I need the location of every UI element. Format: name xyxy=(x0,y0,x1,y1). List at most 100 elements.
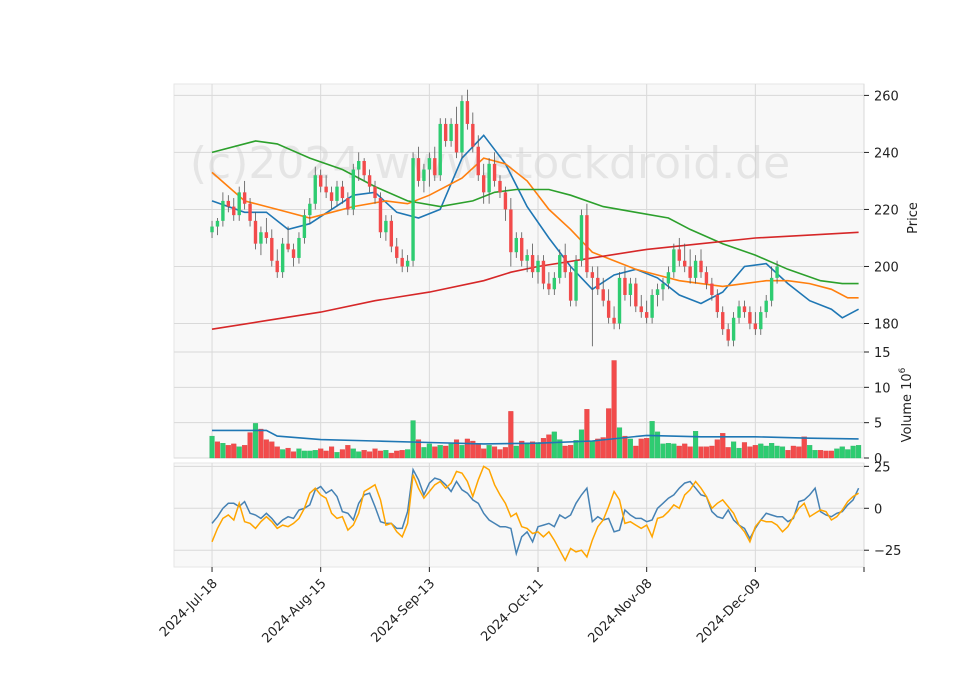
volume-bar xyxy=(725,447,731,459)
volume-bar xyxy=(345,445,351,459)
volume-bar xyxy=(606,408,612,459)
candle-body xyxy=(634,283,638,307)
candle-body xyxy=(237,192,241,216)
volume-bar xyxy=(769,443,775,459)
candle-body xyxy=(655,289,660,295)
volume-bar xyxy=(535,442,541,459)
volume-bar xyxy=(492,446,498,459)
candle-body xyxy=(422,169,426,181)
candle-body xyxy=(253,220,258,244)
volume-bar xyxy=(682,443,688,459)
volume-bar xyxy=(568,445,574,459)
candle-body xyxy=(606,300,611,318)
volume-axis-label: Volume 10 xyxy=(900,373,915,442)
candle-body xyxy=(677,249,681,261)
candle-body xyxy=(742,306,747,313)
candle-body xyxy=(753,323,758,330)
candle-body xyxy=(731,317,736,341)
candle-body xyxy=(536,260,540,273)
volume-bar xyxy=(443,445,449,459)
volume-bar xyxy=(280,449,286,459)
candle-body xyxy=(378,198,383,233)
candle-body xyxy=(367,175,372,187)
candle-body xyxy=(264,232,269,238)
x-date-label: 2024-Nov-08 xyxy=(585,576,655,646)
candle-body xyxy=(302,215,307,238)
volume-bar xyxy=(329,446,335,459)
volume-bar xyxy=(361,450,367,459)
candle-body xyxy=(476,146,480,176)
volume-bar xyxy=(551,431,557,459)
volume-bar xyxy=(459,445,465,459)
price-panel: (c)2024 www.stockdroid.de 18020022024026… xyxy=(173,83,921,353)
volume-bar xyxy=(258,428,264,459)
oscillator-y-tick-label: −25 xyxy=(874,544,901,559)
volume-axis-exponent: 6 xyxy=(898,367,908,373)
volume-bar xyxy=(426,443,432,459)
volume-bar xyxy=(475,444,481,459)
volume-bar xyxy=(312,450,318,459)
volume-bar xyxy=(807,445,813,459)
candle-body xyxy=(411,158,415,261)
volume-bar xyxy=(394,450,400,459)
candle-body xyxy=(558,255,562,278)
volume-bar xyxy=(236,446,242,459)
price-y-tick-label: 240 xyxy=(874,146,899,161)
candle-body xyxy=(416,158,421,181)
volume-bar xyxy=(589,440,595,459)
candle-body xyxy=(400,257,404,267)
volume-bar xyxy=(290,451,297,459)
candle-body xyxy=(357,160,361,170)
volume-bar xyxy=(823,450,829,459)
candle-body xyxy=(650,294,654,318)
candle-body xyxy=(438,123,442,176)
volume-bar xyxy=(301,450,307,459)
candle-body xyxy=(737,306,741,318)
volume-bar xyxy=(296,448,302,459)
volume-bar xyxy=(220,443,226,459)
volume-bar xyxy=(464,438,470,459)
candle-body xyxy=(644,312,649,318)
volume-bar xyxy=(812,450,818,459)
chart-figure: (c)2024 www.stockdroid.de 18020022024026… xyxy=(157,83,921,646)
volume-bar xyxy=(671,443,677,459)
candle-body xyxy=(270,237,274,261)
volume-bar xyxy=(611,360,617,459)
candle-body xyxy=(259,232,263,244)
volume-bar xyxy=(638,438,644,459)
volume-bar xyxy=(578,429,585,459)
candle-body xyxy=(324,186,328,193)
volume-bar xyxy=(546,434,552,459)
volume-bar xyxy=(828,450,834,459)
volume-bar xyxy=(665,443,671,459)
x-date-label: 2024-Sep-13 xyxy=(369,576,439,646)
volume-bar xyxy=(247,432,253,459)
candle-body xyxy=(340,186,345,199)
volume-bar xyxy=(834,448,840,459)
candle-body xyxy=(704,272,709,284)
volume-y-tick-labels: 051015 xyxy=(864,346,891,467)
volume-bar xyxy=(774,445,780,459)
volume-bar xyxy=(486,445,492,459)
volume-bar xyxy=(524,443,530,459)
candle-body xyxy=(226,200,231,207)
price-y-tick-labels: 180 200 220 240 260 xyxy=(864,89,899,332)
volume-bar xyxy=(676,445,682,459)
volume-bar xyxy=(562,445,568,459)
candle-body xyxy=(215,220,220,227)
oscillator-panel-background xyxy=(173,462,865,568)
candle-body xyxy=(617,277,622,324)
candle-body xyxy=(748,312,752,324)
volume-bar xyxy=(660,443,666,459)
candle-body xyxy=(764,300,768,313)
candle-body xyxy=(313,175,317,204)
volume-bar xyxy=(693,430,699,459)
price-y-tick-label: 260 xyxy=(874,89,899,104)
volume-bar xyxy=(269,441,275,459)
volume-y-tick-label: 5 xyxy=(874,417,882,432)
candle-body xyxy=(433,158,437,176)
candle-body xyxy=(248,203,252,221)
candle-body xyxy=(503,192,508,210)
candle-body xyxy=(291,249,296,258)
candle-body xyxy=(443,123,448,142)
